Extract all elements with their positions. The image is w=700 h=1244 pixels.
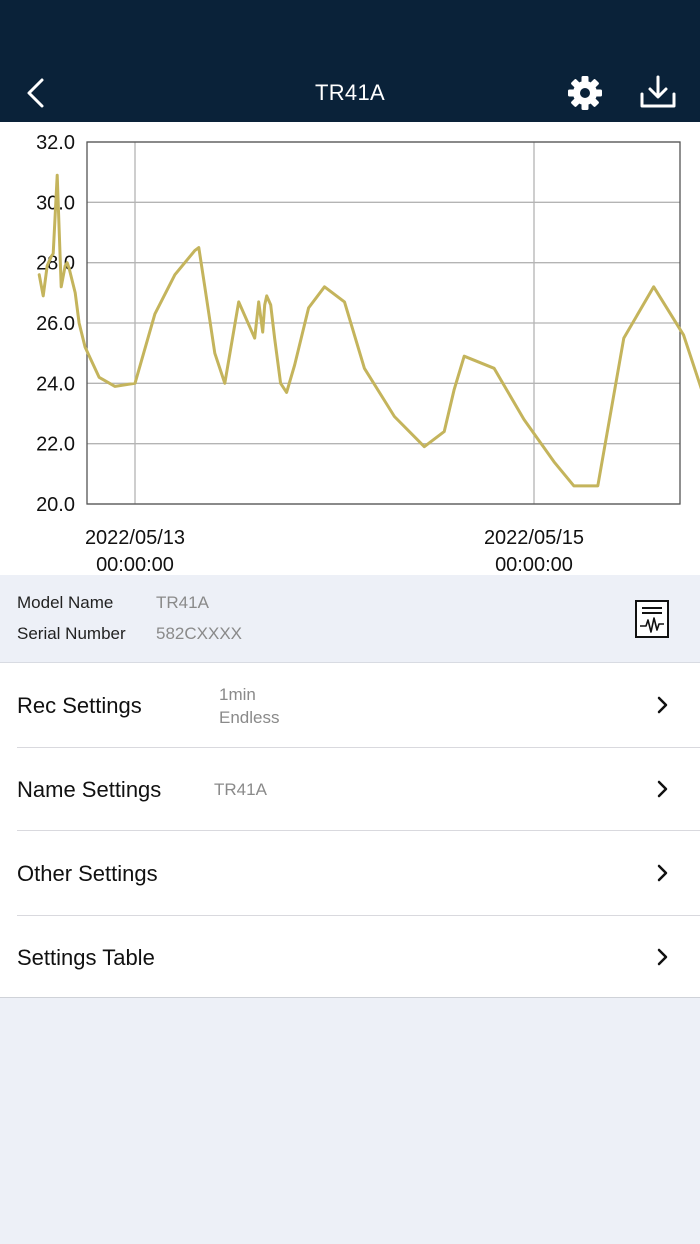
x-tick-time-label: 00:00:00 [495, 554, 573, 575]
name-settings-label: Name Settings [17, 777, 162, 802]
device-info-panel: Model Name TR41A Serial Number 582CXXXX [0, 575, 700, 663]
y-tick-label: 24.0 [36, 373, 75, 395]
y-tick-label: 22.0 [36, 434, 75, 456]
settings-table-label: Settings Table [17, 945, 155, 970]
x-tick-date-label: 2022/05/13 [85, 527, 185, 549]
chevron-right-icon [657, 696, 668, 714]
temperature-series-line [37, 173, 700, 488]
settings-button[interactable] [564, 72, 606, 114]
chart-svg: 32.030.028.026.024.022.020.02022/05/1300… [36, 132, 700, 575]
y-tick-label: 32.0 [36, 132, 75, 154]
app-header: TR41A [0, 0, 700, 122]
x-tick-date-label: 2022/05/15 [484, 527, 584, 549]
temperature-chart[interactable]: 32.0 30.0 28.0 26.0 24.0 22.0 20.0 2022/05/13 00… [0, 122, 700, 575]
rec-mode-value: Endless [219, 708, 280, 727]
download-icon [640, 75, 676, 108]
y-tick-label: 26.0 [36, 313, 75, 335]
chevron-right-icon [657, 780, 668, 798]
chevron-right-icon [657, 948, 668, 966]
gear-icon [568, 76, 602, 110]
model-name-value: TR41A [156, 593, 209, 612]
report-waveform-icon [635, 600, 669, 638]
name-settings-row[interactable]: Name Settings TR41A [0, 748, 700, 830]
download-button[interactable] [636, 72, 680, 114]
other-settings-row[interactable]: Other Settings [0, 831, 700, 915]
serial-number-label: Serial Number [17, 624, 126, 643]
serial-number-value: 582CXXXX [156, 624, 242, 643]
name-settings-value: TR41A [214, 780, 267, 799]
x-tick-time-label: 00:00:00 [96, 554, 174, 575]
model-name-label: Model Name [17, 593, 114, 612]
settings-table-row[interactable]: Settings Table [0, 916, 700, 997]
y-tick-label: 20.0 [36, 494, 75, 516]
chevron-right-icon [657, 864, 668, 882]
rec-interval-value: 1min [219, 685, 256, 704]
other-settings-label: Other Settings [17, 861, 158, 886]
rec-settings-label: Rec Settings [17, 693, 142, 718]
settings-list: Rec Settings 1min Endless Name Settings … [0, 663, 700, 998]
rec-settings-row[interactable]: Rec Settings 1min Endless [0, 663, 700, 747]
report-button[interactable] [634, 599, 670, 639]
